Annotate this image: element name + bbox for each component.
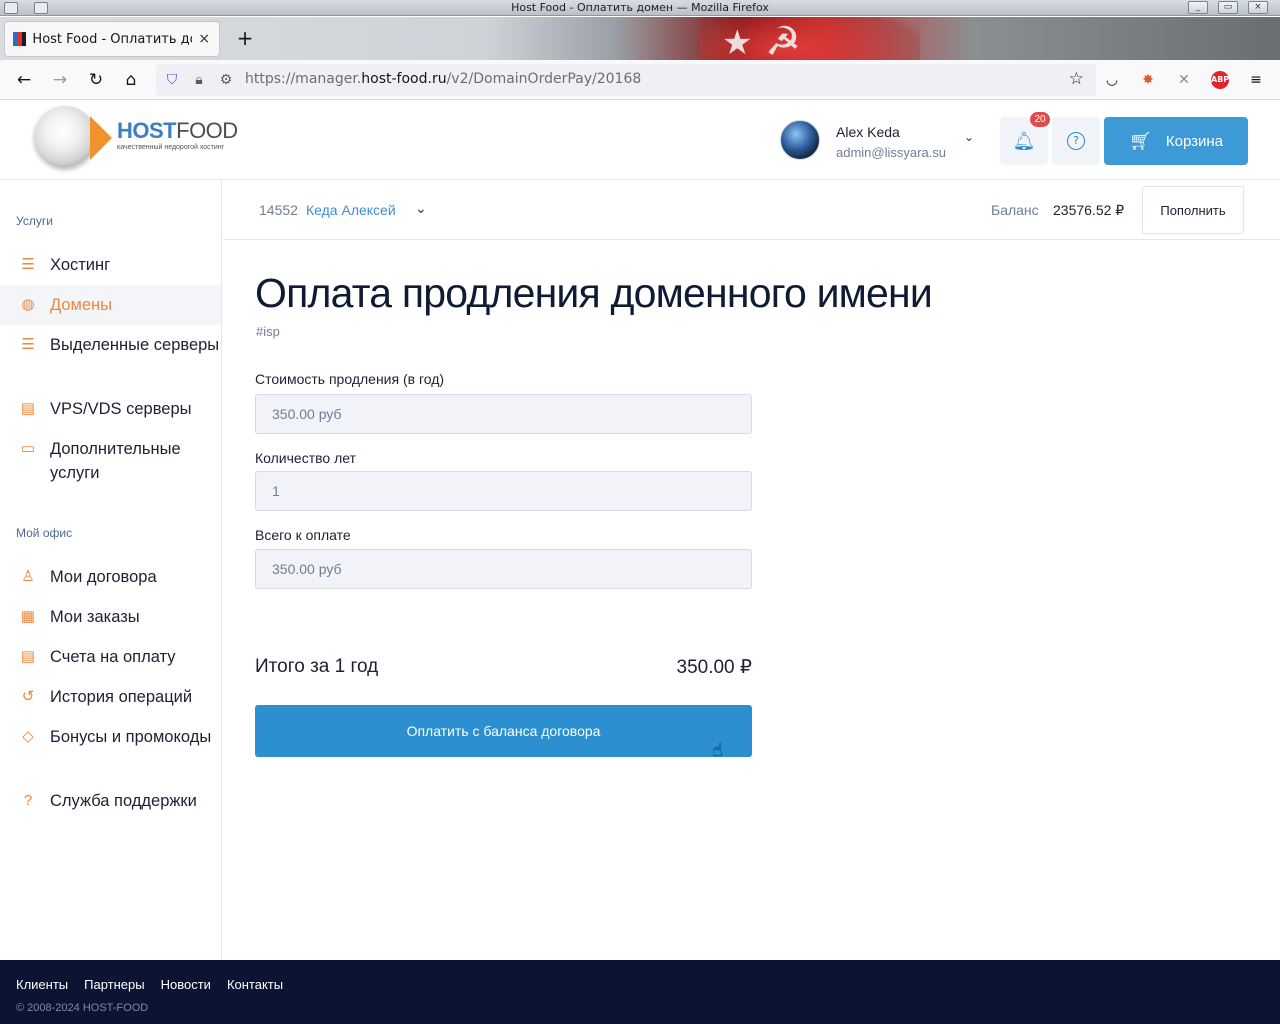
cart-label: Корзина (1165, 132, 1223, 150)
server-stack-icon: ☰ (21, 256, 35, 273)
contract-bar: 14552 Кеда Алексей ⌄ Баланс 23576.52 ₽ П… (223, 181, 1280, 240)
pay-from-balance-button[interactable]: Оплатить с баланса договора (255, 705, 752, 757)
forward-arrow-icon[interactable]: → (48, 68, 72, 92)
sidebar-item-support[interactable]: ? Служба поддержки (0, 789, 221, 813)
invoice-icon: ▤ (20, 648, 36, 665)
server-icon: ☰ (21, 336, 35, 353)
adblock-plus-icon[interactable]: ABP (1211, 71, 1229, 89)
sidebar-item-dedicated[interactable]: ☰ Выделенные серверы (0, 333, 221, 357)
sidebar: Услуги ☰ Хостинг ◍ Домены ☰ Выделенные с… (0, 181, 222, 960)
sidebar-section-services: Услуги (16, 214, 53, 228)
user-email: admin@lissyara.su (836, 145, 947, 160)
renewal-cost-field[interactable]: 350.00 руб (255, 394, 752, 434)
footer-link-news[interactable]: Новости (161, 977, 211, 992)
field-label-renewal-cost: Стоимость продления (в год) (255, 371, 445, 387)
help-icon: ? (23, 792, 33, 809)
footer: Клиенты Партнеры Новости Контакты © 2008… (0, 960, 1280, 1024)
sidebar-item-history[interactable]: ↺ История операций (0, 685, 221, 709)
bookmark-star-icon[interactable]: ☆ (1069, 69, 1084, 89)
page-title: Оплата продления доменного имени (255, 270, 933, 316)
pocket-icon[interactable]: ◡ (1101, 69, 1123, 91)
tab-strip: ★ ☭ Host Food - Оплатить домен × + (0, 17, 1280, 60)
years-field[interactable]: 1 (255, 471, 752, 511)
users-icon: ♙ (21, 568, 35, 585)
help-button[interactable]: ? (1052, 117, 1100, 165)
cart-button[interactable]: 🛒︎ Корзина (1104, 117, 1248, 165)
browser-navbar: ← → ↻ ⌂ ⛉ 🔒︎ ⚙ https://manager.host-food… (0, 60, 1280, 100)
orders-icon: ▦ (20, 608, 36, 625)
total-due-field[interactable]: 350.00 руб (255, 549, 752, 589)
reload-icon[interactable]: ↻ (84, 68, 108, 92)
close-window-icon[interactable]: × (1248, 1, 1268, 14)
close-tab-icon[interactable]: × (198, 31, 211, 47)
sidebar-item-invoices[interactable]: ▤ Счета на оплату (0, 645, 221, 669)
logo-plate-icon[interactable] (34, 106, 96, 168)
footer-links: Клиенты Партнеры Новости Контакты (16, 977, 283, 992)
hand-cursor-icon: ☝ (712, 740, 723, 761)
chevron-down-icon[interactable]: ⌄ (964, 130, 974, 144)
logo[interactable]: HOSTFOOD (117, 118, 238, 144)
footer-link-contacts[interactable]: Контакты (227, 977, 283, 992)
new-tab-plus-icon[interactable]: + (232, 25, 258, 51)
tag-icon: ◇ (22, 728, 34, 745)
globe-icon: ◍ (21, 296, 35, 313)
history-icon: ↺ (21, 688, 35, 705)
balance-label: Баланс (991, 202, 1039, 218)
field-label-total-due: Всего к оплате (255, 527, 351, 543)
sidebar-item-contracts[interactable]: ♙ Мои договора (0, 565, 221, 589)
sidebar-item-domains[interactable]: ◍ Домены (0, 285, 221, 325)
total-label: Итого за 1 год (255, 656, 379, 677)
lock-icon[interactable]: 🔒︎ (189, 70, 209, 90)
addon-icon: ▭ (20, 440, 36, 457)
site-favicon-icon (13, 32, 27, 46)
theme-emblem-decoration: ☭ (765, 19, 801, 60)
sidebar-item-addons[interactable]: ▭ Дополнительные услуги (0, 437, 221, 485)
back-arrow-icon[interactable]: ← (12, 68, 36, 92)
logo-tagline: качественный недорогой хостинг (117, 144, 225, 151)
bell-icon: 🔔︎ (1012, 130, 1036, 152)
sidebar-item-orders[interactable]: ▦ Мои заказы (0, 605, 221, 629)
extension-tools-icon[interactable]: ✕ (1173, 69, 1195, 91)
total-value: 350.00 ₽ (676, 657, 752, 678)
window-titlebar: Host Food - Оплатить домен — Mozilla Fir… (0, 0, 1280, 16)
notifications-badge: 20 (1030, 112, 1050, 127)
site-header: HOSTFOOD качественный недорогой хостинг … (0, 100, 1280, 180)
address-bar[interactable]: ⛉ 🔒︎ ⚙ https://manager.host-food.ru/v2/D… (156, 64, 1096, 96)
hamburger-menu-icon[interactable]: ≡ (1245, 69, 1267, 91)
browser-tab-active[interactable]: Host Food - Оплатить домен × (4, 21, 220, 57)
topup-button[interactable]: Пополнить (1142, 186, 1244, 234)
footer-copyright: © 2008-2024 HOST-FOOD (16, 1002, 149, 1014)
url-text[interactable]: https://manager.host-food.ru/v2/DomainOr… (245, 71, 641, 87)
window-title: Host Food - Оплатить домен — Mozilla Fir… (511, 1, 769, 14)
logo-arrow-icon (90, 116, 112, 160)
chevron-down-icon[interactable]: ⌄ (415, 201, 427, 217)
sidebar-item-vps[interactable]: ▤ VPS/VDS серверы (0, 397, 221, 421)
user-name[interactable]: Alex Keda (836, 124, 900, 140)
theme-star-decoration: ★ (722, 23, 753, 60)
extension-fox-icon[interactable]: ✸ (1137, 69, 1159, 91)
permissions-icon[interactable]: ⚙ (216, 70, 236, 90)
contract-selector[interactable]: Кеда Алексей (306, 202, 396, 218)
sidebar-item-bonuses[interactable]: ◇ Бонусы и промокоды (0, 725, 221, 749)
balance-value: 23576.52 ₽ (1053, 202, 1125, 218)
tracking-shield-icon[interactable]: ⛉ (162, 70, 182, 90)
footer-link-clients[interactable]: Клиенты (16, 977, 68, 992)
footer-link-partners[interactable]: Партнеры (84, 977, 144, 992)
sidebar-section-office: Мой офис (16, 526, 73, 540)
tab-title: Host Food - Оплатить домен (32, 31, 191, 47)
maximize-icon[interactable]: ▭ (1218, 1, 1238, 14)
minimize-icon[interactable]: _ (1188, 1, 1208, 14)
page-tag: #isp (256, 324, 280, 339)
cart-icon: 🛒︎ (1129, 130, 1152, 151)
field-label-years: Количество лет (255, 450, 356, 466)
vps-icon: ▤ (20, 400, 36, 417)
question-circle-icon: ? (1067, 132, 1085, 150)
home-icon[interactable]: ⌂ (119, 68, 143, 92)
contract-id: 14552 (259, 202, 298, 218)
user-avatar[interactable] (780, 120, 820, 160)
